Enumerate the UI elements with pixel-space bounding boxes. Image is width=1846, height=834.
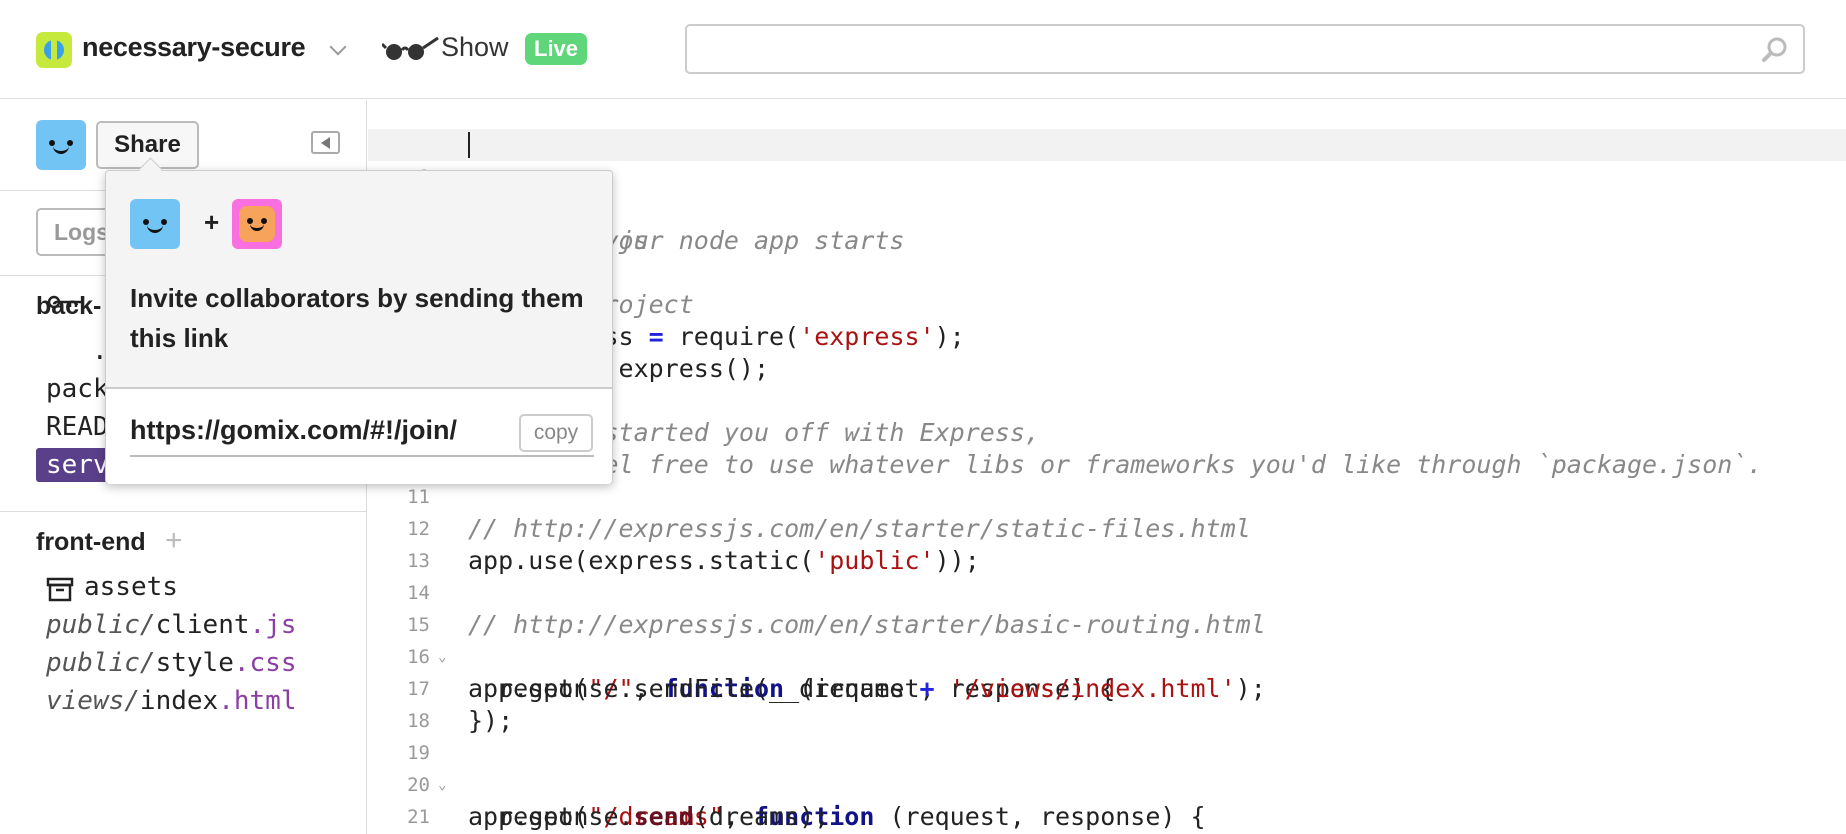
- search-input[interactable]: [687, 26, 1803, 72]
- glasses-icon[interactable]: [382, 34, 442, 64]
- code-line[interactable]: 17 });: [368, 641, 1846, 735]
- code-line[interactable]: 1 // server.js: [368, 129, 1846, 255]
- code-line[interactable]: 22: [368, 801, 1846, 833]
- copy-button[interactable]: copy: [519, 414, 593, 452]
- project-logo-icon[interactable]: [36, 32, 72, 68]
- invite-link[interactable]: https://gomix.com/#!/join/: [130, 415, 500, 446]
- code-line[interactable]: 14 // http://expressjs.com/en/starter/ba…: [368, 545, 1846, 639]
- invite-link-area: https://gomix.com/#!/join/ copy: [106, 389, 612, 484]
- add-file-button[interactable]: +: [165, 524, 183, 558]
- box-icon: [46, 577, 74, 602]
- show-button[interactable]: Show: [441, 32, 509, 63]
- code-line[interactable]: 15 ⌄ app.get("/", function (request, res…: [368, 577, 1846, 703]
- search-icon[interactable]: [1761, 36, 1789, 64]
- chevron-down-icon[interactable]: [329, 38, 347, 56]
- code-line[interactable]: 16 response.sendFile(__dirname + '/views…: [368, 609, 1846, 703]
- share-popover: + Invite collaborators by sending them t…: [105, 170, 613, 484]
- project-name[interactable]: necessary-secure: [82, 32, 306, 63]
- code-line[interactable]: 12 app.use(express.static('public'));: [368, 481, 1846, 575]
- front-end-title: front-end: [36, 528, 146, 556]
- file-package-json[interactable]: pack: [46, 374, 109, 404]
- file-style-css[interactable]: public/style.css: [46, 648, 296, 678]
- search-box[interactable]: [685, 24, 1805, 74]
- top-bar: necessary-secure Show Live: [0, 0, 1846, 99]
- code-line[interactable]: 20 response.send(dreams);: [368, 737, 1846, 831]
- key-icon: [47, 295, 82, 309]
- text-cursor: [468, 132, 470, 158]
- collaborator-avatar-icon: [232, 199, 282, 249]
- link-underline: [130, 455, 594, 457]
- plus-sign: +: [204, 207, 220, 237]
- user-avatar-icon: [130, 199, 180, 249]
- file-index-html[interactable]: views/index.html: [46, 686, 296, 716]
- file-client-js[interactable]: public/client.js: [46, 610, 296, 640]
- divider: [0, 511, 367, 512]
- user-avatar[interactable]: [36, 120, 86, 170]
- collapse-sidebar-icon[interactable]: [311, 131, 340, 154]
- code-line[interactable]: 13: [368, 513, 1846, 572]
- invite-message: Invite collaborators by sending them thi…: [130, 283, 584, 353]
- code-line[interactable]: 21 });: [368, 769, 1846, 828]
- code-line[interactable]: 19 ⌄ app.get("/dreams", function (reques…: [368, 705, 1846, 831]
- code-line[interactable]: 18: [368, 673, 1846, 732]
- folder-assets[interactable]: assets: [84, 572, 178, 602]
- live-badge[interactable]: Live: [525, 33, 588, 65]
- file-readme[interactable]: READ: [46, 412, 109, 442]
